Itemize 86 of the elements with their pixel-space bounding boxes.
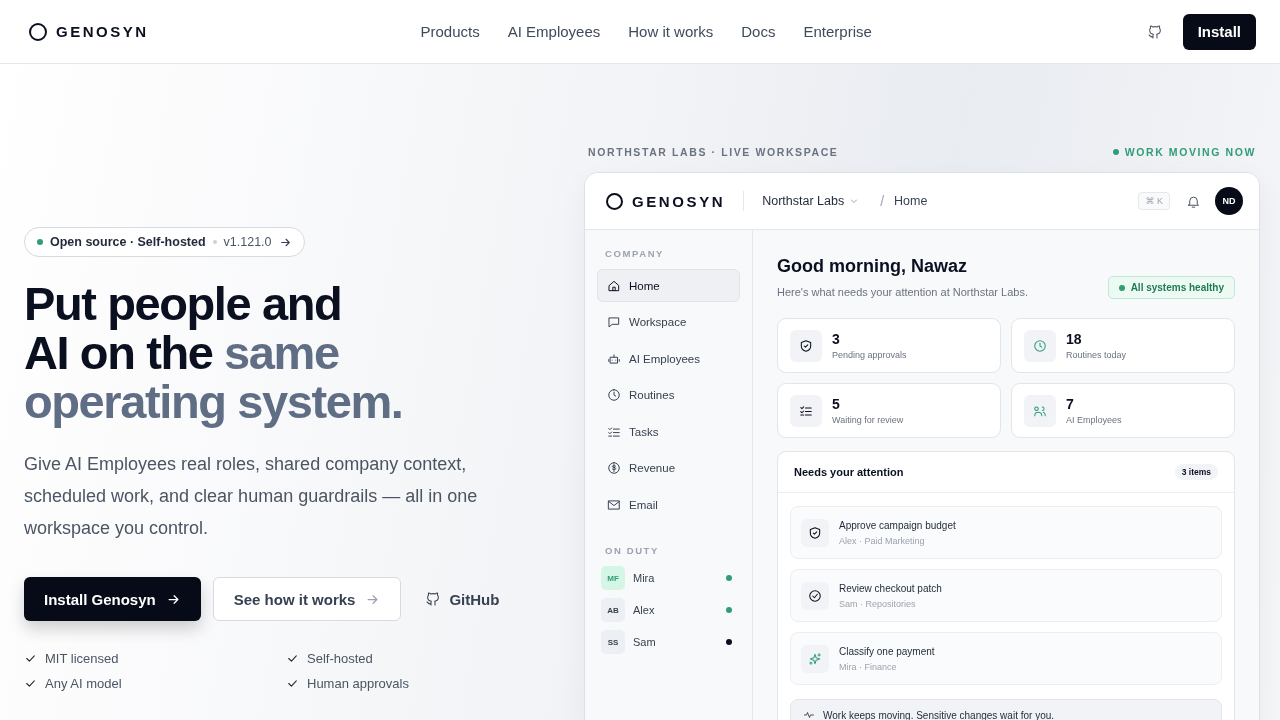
person-avatar: AB bbox=[601, 598, 625, 622]
breadcrumb-separator: / bbox=[880, 193, 885, 209]
sidebar-item[interactable]: Home bbox=[597, 269, 740, 302]
feature-label: MIT licensed bbox=[45, 651, 119, 666]
nav-link[interactable]: Products bbox=[420, 23, 480, 40]
sidebar-item[interactable]: Tasks bbox=[597, 415, 740, 448]
feature-label: Any AI model bbox=[45, 676, 122, 691]
feature-label: Self-hosted bbox=[307, 651, 373, 666]
sidebar-item[interactable]: Email bbox=[597, 488, 740, 521]
house-icon bbox=[607, 278, 621, 293]
attention-item[interactable]: Review checkout patch Sam · Repositories bbox=[790, 569, 1222, 622]
badge-label: Open source · Self-hosted bbox=[50, 235, 206, 249]
organization-switcher[interactable]: Northstar Labs bbox=[762, 194, 861, 208]
people-icon bbox=[1033, 403, 1047, 418]
checkmark-icon bbox=[24, 677, 37, 690]
section-heading: ON DUTY bbox=[604, 545, 660, 556]
app-logo: GENOSYN bbox=[606, 192, 726, 210]
stat-label: Routines today bbox=[1066, 350, 1127, 360]
robot-icon bbox=[607, 351, 621, 366]
stat-value: 18 bbox=[1066, 331, 1083, 347]
person-name[interactable]: Alex bbox=[633, 604, 718, 616]
install-genosyn-button[interactable]: Install Genosyn bbox=[24, 577, 201, 621]
stat-value: 5 bbox=[832, 396, 841, 412]
brand-logo[interactable]: GENOSYN bbox=[29, 22, 149, 41]
item-title: Review checkout patch bbox=[839, 582, 942, 594]
sidebar-item[interactable]: Revenue bbox=[597, 451, 740, 485]
health-badge: All systems healthy bbox=[1107, 276, 1235, 299]
checkmark-icon bbox=[286, 677, 299, 690]
clock-icon bbox=[1033, 338, 1047, 353]
feature-label: Human approvals bbox=[307, 676, 409, 691]
breadcrumb[interactable]: Home bbox=[894, 194, 928, 208]
item-meta: Sam · Repositories bbox=[839, 598, 917, 609]
person-avatar: MF bbox=[601, 566, 625, 590]
nav-link[interactable]: Docs bbox=[741, 23, 776, 40]
status-dot-icon bbox=[37, 239, 43, 245]
github-icon bbox=[425, 591, 442, 607]
card-title: Needs your attention bbox=[794, 466, 904, 478]
nav-link[interactable]: Enterprise bbox=[803, 23, 872, 40]
item-meta: Mira · Finance bbox=[839, 661, 898, 672]
greeting: Good morning, Nawaz bbox=[777, 256, 968, 277]
user-avatar[interactable]: ND bbox=[1215, 187, 1243, 215]
nav-link[interactable]: How it works bbox=[628, 23, 714, 40]
checklist-icon bbox=[607, 424, 621, 439]
version-label: v1.121.0 bbox=[223, 235, 272, 249]
bell-icon[interactable] bbox=[1186, 193, 1201, 209]
checklist-icon bbox=[799, 403, 813, 418]
version-badge[interactable]: Open source · Self-hosted v1.121.0 bbox=[24, 227, 305, 257]
headline: Put people and AI on the same operating system. bbox=[24, 279, 404, 426]
sidebar-item[interactable]: Routines bbox=[597, 378, 740, 412]
shield-check-icon bbox=[799, 338, 813, 353]
dollar-icon bbox=[607, 461, 621, 475]
stat-value: 3 bbox=[832, 331, 841, 347]
clock-icon bbox=[607, 388, 621, 402]
attention-item[interactable]: Classify one payment Mira · Finance bbox=[790, 632, 1222, 685]
stat-label: AI Employees bbox=[1066, 415, 1122, 425]
sidebar-item[interactable]: Workspace bbox=[597, 305, 740, 339]
github-icon[interactable] bbox=[1146, 23, 1163, 40]
stat-label: Pending approvals bbox=[832, 350, 907, 360]
sparkle-icon bbox=[808, 651, 822, 666]
stat-label: Waiting for review bbox=[832, 415, 904, 425]
checkmark-icon bbox=[286, 652, 299, 665]
workspace-caption: NORTHSTAR LABS · LIVE WORKSPACE bbox=[588, 146, 839, 158]
pulse-icon bbox=[803, 709, 815, 720]
person-name[interactable]: Mira bbox=[633, 572, 718, 584]
shield-check-icon bbox=[808, 525, 822, 540]
hero-description: Give AI Employees real roles, shared company context, scheduled work, and clear human guardrails — all in one workspace you control. bbox=[24, 453, 479, 540]
chat-bubble-icon bbox=[607, 315, 621, 329]
sidebar-item[interactable]: AI Employees bbox=[597, 342, 740, 375]
nav-link[interactable]: AI Employees bbox=[507, 23, 601, 40]
item-count-badge: 3 items bbox=[1174, 464, 1218, 480]
see-how-it-works-button[interactable]: See how it works bbox=[212, 577, 402, 621]
person-name[interactable]: Sam bbox=[633, 636, 718, 648]
github-link[interactable]: GitHub bbox=[413, 577, 512, 621]
envelope-icon bbox=[607, 497, 621, 512]
item-title: Classify one payment bbox=[839, 645, 935, 657]
checkmark-icon bbox=[24, 652, 37, 665]
section-heading: COMPANY bbox=[604, 248, 666, 259]
attention-item[interactable]: Approve campaign budget Alex · Paid Marketing bbox=[790, 506, 1222, 559]
stat-value: 7 bbox=[1066, 396, 1075, 412]
item-title: Approve campaign budget bbox=[839, 519, 956, 531]
item-meta: Alex · Paid Marketing bbox=[839, 535, 926, 546]
banner-text: Work keeps moving. Sensitive changes wait for you. bbox=[823, 709, 1055, 720]
person-avatar: SS bbox=[601, 630, 625, 654]
live-status: WORK MOVING NOW bbox=[1112, 146, 1256, 158]
greeting-subtitle: Here's what needs your attention at Northstar Labs. bbox=[777, 286, 1028, 298]
install-button[interactable]: Install bbox=[1182, 13, 1256, 50]
